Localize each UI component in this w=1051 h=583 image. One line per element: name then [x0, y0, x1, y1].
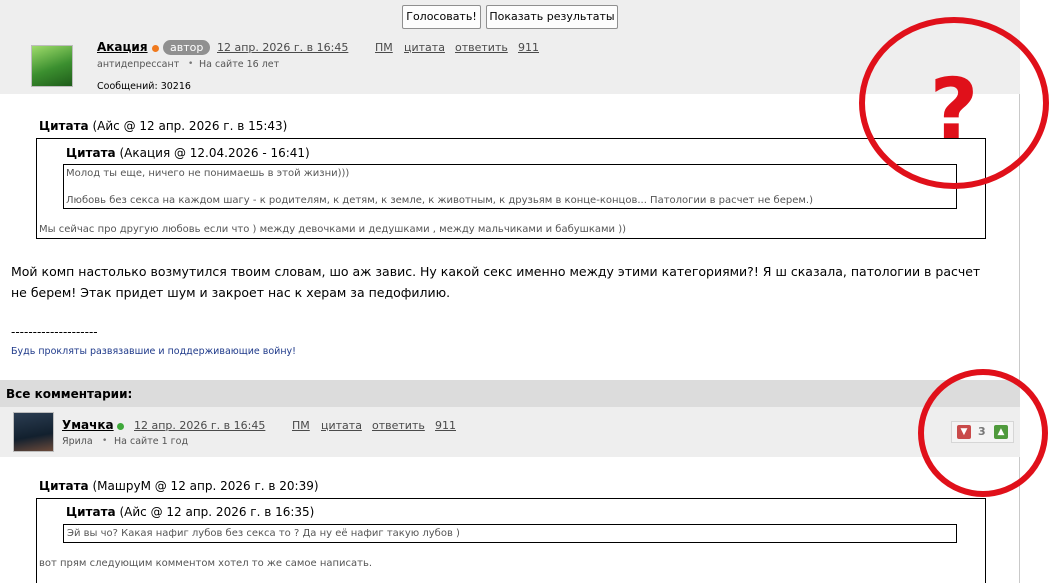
- show-results-button[interactable]: Показать результаты: [486, 5, 618, 29]
- quote-label: Цитата: [66, 146, 116, 160]
- reply-link[interactable]: ответить: [372, 419, 425, 432]
- quote-label: Цитата: [39, 479, 89, 493]
- rating-widget: ▼ 3 ▲: [951, 421, 1014, 443]
- quote-text: Мы сейчас про другую любовь если что ) м…: [39, 224, 627, 235]
- quote-link[interactable]: цитата: [321, 419, 362, 432]
- post-date-link[interactable]: 12 апр. 2026 г. в 16:45: [134, 419, 265, 432]
- quote-text: вот прям следующим комментом хотел то же…: [39, 558, 373, 569]
- thumbs-up-icon[interactable]: ▲: [994, 425, 1008, 439]
- avatar[interactable]: [31, 45, 73, 87]
- quote-header: Цитата (МашруМ @ 12 апр. 2026 г. в 20:39…: [39, 479, 319, 493]
- quote-source: (Айс @ 12 апр. 2026 г. в 16:35): [119, 505, 315, 519]
- comment-header: [0, 407, 1020, 457]
- comments-header: Все комментарии:: [0, 380, 1020, 407]
- forum-page: Голосовать! Показать результаты Акация а…: [0, 0, 1051, 583]
- post-date-link[interactable]: 12 апр. 2026 г. в 16:45: [217, 41, 348, 54]
- post-number-link[interactable]: 911: [518, 41, 539, 54]
- rating-count: 3: [978, 425, 986, 438]
- pm-link[interactable]: ПМ: [292, 419, 310, 432]
- quote-text: Любовь без секса на каждом шагу - к роди…: [66, 195, 814, 206]
- comments-header-title: Все комментарии:: [6, 387, 133, 401]
- username-link[interactable]: Умачка: [62, 418, 114, 432]
- poll-bar: Голосовать! Показать результаты: [0, 0, 1020, 34]
- pm-link[interactable]: ПМ: [375, 41, 393, 54]
- message-count: Сообщений: 30216: [97, 81, 191, 92]
- post-text-line: не берем! Этак придет шум и закроет нас …: [11, 285, 451, 300]
- signature-divider: --------------------: [11, 325, 98, 339]
- post-body: Мой комп настолько возмутился твоим слов…: [11, 261, 980, 303]
- user-online-time: На сайте 16 лет: [199, 59, 280, 70]
- vote-button[interactable]: Голосовать!: [402, 5, 481, 29]
- nested-quote-header: Цитата (Акация @ 12.04.2026 - 16:41): [66, 146, 310, 160]
- user-online-time: На сайте 1 год: [114, 436, 189, 447]
- quote-text: Эй вы чо? Какая нафиг лубов без секса то…: [67, 528, 460, 539]
- reply-link[interactable]: ответить: [455, 41, 508, 54]
- quote-header: Цитата (Айс @ 12 апр. 2026 г. в 15:43): [39, 119, 287, 133]
- post-text-line: Мой комп настолько возмутился твоим слов…: [11, 264, 981, 279]
- thumbs-down-icon[interactable]: ▼: [957, 425, 971, 439]
- quote-source: (МашруМ @ 12 апр. 2026 г. в 20:39): [92, 479, 319, 493]
- online-indicator: [117, 423, 124, 430]
- user-status: Ярила: [62, 436, 93, 447]
- post-number-link[interactable]: 911: [435, 419, 456, 432]
- quote-source: (Акация @ 12.04.2026 - 16:41): [119, 146, 310, 160]
- author-badge: автор: [163, 40, 211, 55]
- signature-text: Будь прокляты развязавшие и поддерживающ…: [11, 346, 296, 357]
- quote-label: Цитата: [39, 119, 89, 133]
- avatar[interactable]: [13, 412, 54, 452]
- username-link[interactable]: Акация: [97, 40, 148, 54]
- online-indicator: [152, 45, 159, 52]
- nested-quote-header: Цитата (Айс @ 12 апр. 2026 г. в 16:35): [66, 505, 314, 519]
- separator-dot: •: [188, 59, 194, 69]
- user-status: антидепрессант: [97, 59, 180, 70]
- quote-label: Цитата: [66, 505, 116, 519]
- quote-text: Молод ты еще, ничего не понимаешь в этой…: [66, 168, 350, 179]
- separator-dot: •: [102, 436, 108, 446]
- quote-source: (Айс @ 12 апр. 2026 г. в 15:43): [92, 119, 288, 133]
- quote-link[interactable]: цитата: [404, 41, 445, 54]
